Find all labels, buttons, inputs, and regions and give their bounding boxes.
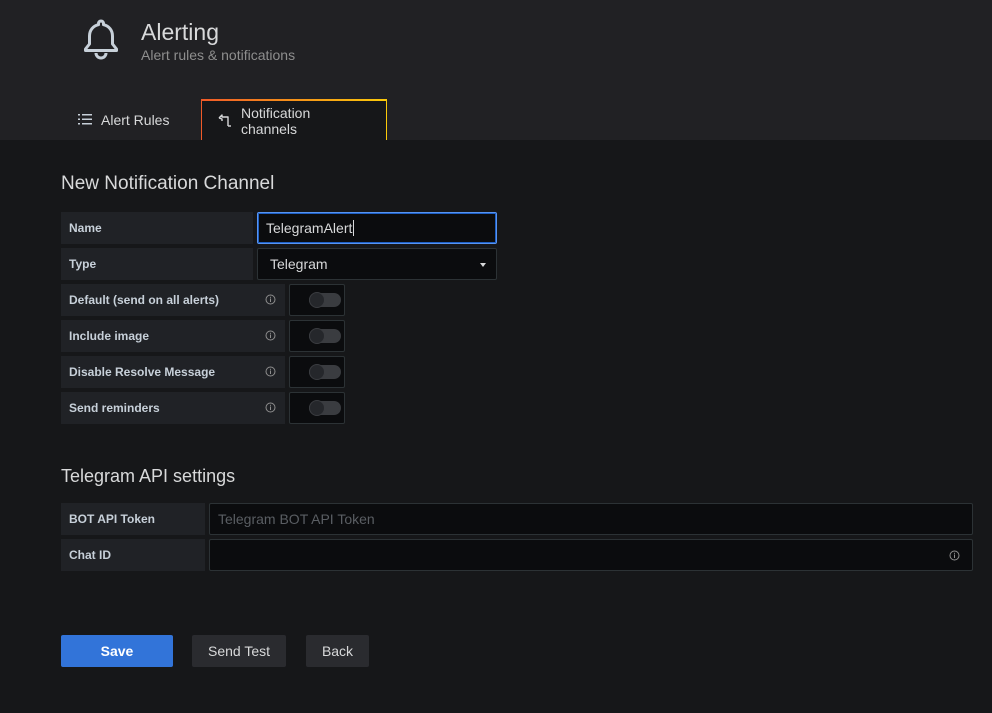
disable-resolve-toggle[interactable] xyxy=(289,356,345,388)
info-icon[interactable] xyxy=(265,294,276,305)
page-header: Alerting Alert rules & notifications Ale… xyxy=(0,0,992,140)
tab-label: Alert Rules xyxy=(101,111,170,128)
bell-icon xyxy=(84,19,118,60)
type-select-value: Telegram xyxy=(270,256,328,272)
send-reminders-label: Send reminders xyxy=(61,392,285,424)
tab-notification-channels[interactable]: Notification channels xyxy=(201,99,387,140)
info-icon[interactable] xyxy=(949,550,960,561)
send-test-button[interactable]: Send Test xyxy=(192,635,286,667)
include-image-toggle[interactable] xyxy=(289,320,345,352)
caret-down-icon xyxy=(480,263,486,267)
back-button[interactable]: Back xyxy=(306,635,369,667)
bot-token-placeholder: Telegram BOT API Token xyxy=(218,511,375,527)
name-label: Name xyxy=(61,212,253,244)
chat-id-label: Chat ID xyxy=(61,539,205,571)
chat-id-input[interactable] xyxy=(209,539,973,571)
bot-token-label: BOT API Token xyxy=(61,503,205,535)
default-toggle-label: Default (send on all alerts) xyxy=(61,284,285,316)
info-icon[interactable] xyxy=(265,402,276,413)
disable-resolve-label: Disable Resolve Message xyxy=(61,356,285,388)
name-input-value: TelegramAlert xyxy=(266,220,353,236)
save-button[interactable]: Save xyxy=(61,635,173,667)
info-icon[interactable] xyxy=(265,330,276,341)
notification-icon xyxy=(218,114,231,127)
page-subtitle: Alert rules & notifications xyxy=(141,47,296,63)
type-select[interactable]: Telegram xyxy=(257,248,497,280)
form-title: New Notification Channel xyxy=(61,173,275,194)
list-icon xyxy=(78,114,92,125)
bot-token-input[interactable]: Telegram BOT API Token xyxy=(209,503,973,535)
tab-alert-rules[interactable]: Alert Rules xyxy=(60,99,187,140)
include-image-label: Include image xyxy=(61,320,285,352)
page-title: Alerting xyxy=(141,19,219,45)
info-icon[interactable] xyxy=(265,366,276,377)
send-reminders-toggle[interactable] xyxy=(289,392,345,424)
type-label: Type xyxy=(61,248,253,280)
name-input[interactable]: TelegramAlert xyxy=(257,212,497,244)
default-toggle[interactable] xyxy=(289,284,345,316)
telegram-settings-title: Telegram API settings xyxy=(61,466,236,486)
tab-label: Notification channels xyxy=(241,104,311,137)
